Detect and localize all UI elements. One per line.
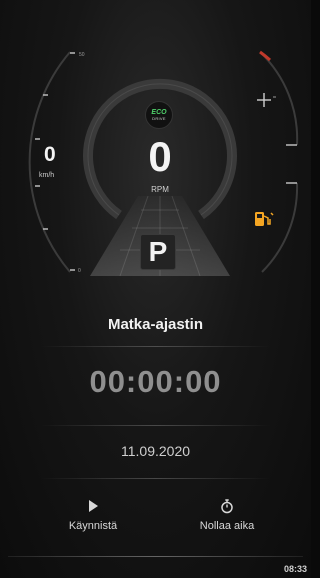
- trip-date: 11.09.2020: [120, 443, 191, 459]
- trip-timer-title: Matka-ajastin: [107, 316, 204, 333]
- gear-indicator: P: [140, 234, 176, 270]
- speed-value: 0: [44, 143, 56, 166]
- reset-timer-button[interactable]: Nollaa aika: [172, 498, 282, 532]
- play-icon: [89, 500, 98, 512]
- rpm-value: 0: [148, 133, 172, 180]
- right-arc-redline: [259, 50, 271, 62]
- status-clock: 08:33: [283, 564, 307, 574]
- divider: [40, 346, 271, 347]
- rpm-label: RPM: [151, 185, 169, 194]
- speed-unit: km/h: [39, 172, 55, 179]
- fuel-warning-icon: [255, 212, 274, 226]
- temp-marker-icon: [257, 93, 271, 107]
- eco-sub-label: DRIVE: [152, 116, 166, 121]
- speed-scale-bottom: 0: [78, 268, 81, 274]
- divider: [40, 425, 271, 426]
- trip-timer-value: 00:00:00: [89, 364, 222, 399]
- divider: [40, 478, 271, 479]
- instrument-cluster-screen: 50 0 ECO DRIVE 0 RPM 0 km/h P Matka-ajas…: [0, 0, 311, 578]
- start-timer-button[interactable]: Käynnistä: [38, 498, 148, 532]
- reset-timer-label: Nollaa aika: [199, 520, 255, 532]
- speed-scale-top: 50: [79, 52, 85, 58]
- eco-drive-badge: ECO DRIVE: [145, 101, 173, 129]
- eco-label: ECO: [151, 109, 167, 116]
- bottom-bar-divider: [8, 556, 303, 557]
- start-timer-label: Käynnistä: [68, 520, 118, 532]
- stopwatch-icon: [221, 499, 233, 514]
- right-arc-upper: [259, 51, 299, 146]
